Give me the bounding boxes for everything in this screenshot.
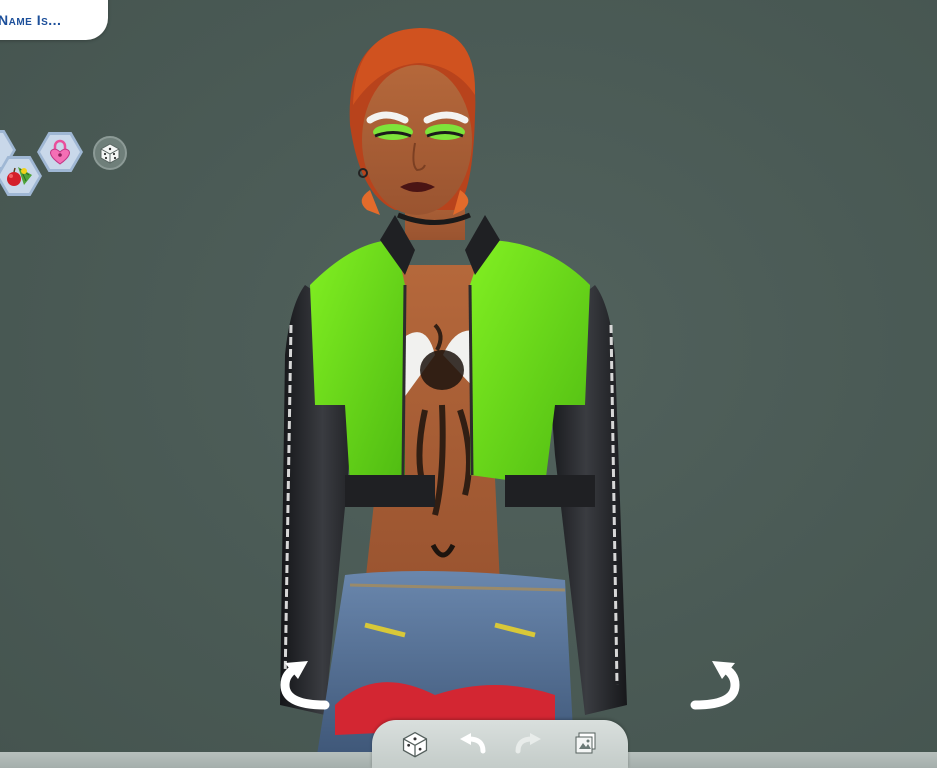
undo-button[interactable]: [454, 729, 490, 759]
dice-icon: [402, 731, 427, 758]
gallery-icon: [575, 732, 595, 754]
rotate-right-arrow-icon[interactable]: [680, 655, 750, 715]
redo-icon: [515, 733, 541, 754]
randomize-button[interactable]: [397, 729, 433, 759]
sim-name-label: Name Is...: [0, 12, 62, 28]
dice-icon: [100, 143, 120, 164]
redo-button[interactable]: [511, 729, 547, 759]
undo-icon: [459, 733, 485, 754]
bottom-toolbar: [372, 720, 628, 768]
sim-name-banner[interactable]: Name Is...: [0, 0, 108, 40]
rotate-left-arrow-icon[interactable]: [270, 655, 340, 715]
gallery-button[interactable]: [568, 729, 604, 759]
randomize-traits-button[interactable]: [93, 136, 127, 170]
